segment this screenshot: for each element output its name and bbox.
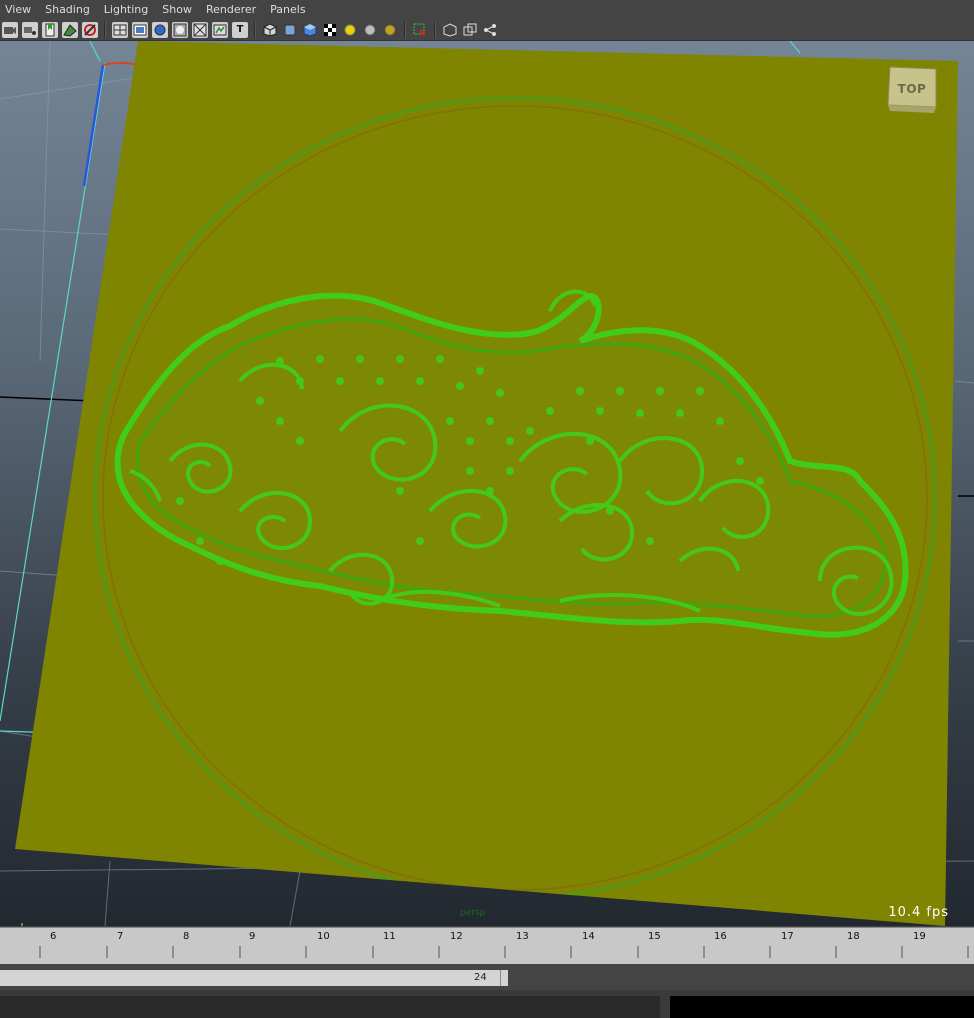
time-slider[interactable]: 6 7 8 9 10 11 12 13 14 15 16 17 18 19 (0, 927, 974, 965)
select-icon[interactable] (412, 22, 428, 38)
grey-sphere-icon[interactable] (362, 22, 378, 38)
time-tick-label: 11 (383, 931, 396, 942)
shadows-icon[interactable] (192, 21, 208, 38)
isolate-icon[interactable] (212, 21, 228, 38)
yellow-sphere-icon[interactable] (342, 22, 358, 38)
time-tick-label: 15 (648, 931, 661, 942)
view-cube[interactable]: TOP (886, 65, 938, 115)
fps-counter: 10.4 fps (888, 905, 949, 920)
grid-axis-corner (89, 41, 101, 62)
box-icon[interactable] (442, 22, 458, 38)
camera-icon[interactable] (2, 21, 18, 38)
time-tick-label: 12 (450, 931, 463, 942)
view-cube-label: TOP (897, 82, 927, 96)
manipulator-blue-handle[interactable] (82, 64, 105, 187)
smooth-shade-icon[interactable] (132, 21, 148, 38)
viewport-scene (0, 41, 974, 926)
time-tick-label: 14 (582, 931, 595, 942)
time-tick-label: 9 (249, 931, 256, 942)
camera-attributes-icon[interactable] (22, 21, 38, 38)
time-tick-label: 10 (317, 931, 330, 942)
text-icon[interactable]: T (232, 21, 248, 38)
toolbar-separator (434, 21, 436, 38)
menu-panels[interactable]: Panels (263, 0, 312, 19)
command-line-result (670, 996, 974, 1018)
cube-icon[interactable] (262, 22, 278, 38)
manipulator-red-handle[interactable] (102, 62, 139, 66)
checker-icon[interactable] (322, 22, 338, 38)
command-line-area (0, 990, 974, 1018)
time-tick-label: 6 (50, 931, 57, 942)
time-slider-ticks (39, 946, 969, 958)
grid-toggle-icon[interactable] (82, 21, 98, 38)
grid-axis-top (789, 41, 801, 54)
image-plane-icon[interactable] (62, 21, 78, 38)
command-line-input[interactable] (0, 996, 660, 1018)
range-end-value: 24 (474, 972, 487, 983)
time-tick-label: 17 (781, 931, 794, 942)
axis-gizmo (21, 923, 23, 926)
time-tick-label: 19 (913, 931, 926, 942)
bookmark-icon[interactable] (42, 21, 58, 38)
blue-cube-icon[interactable] (302, 22, 318, 38)
time-tick-label: 18 (847, 931, 860, 942)
viewport-menu-bar: View Shading Lighting Show Renderer Pane… (0, 0, 974, 19)
menu-view[interactable]: View (0, 0, 38, 19)
toolbar-separator (104, 21, 106, 38)
toolbar-separator (404, 21, 406, 38)
gold-sphere-icon[interactable] (382, 22, 398, 38)
time-tick-label: 16 (714, 931, 727, 942)
viewport-toolbar: T (0, 19, 974, 41)
wireframe-icon[interactable] (112, 21, 128, 38)
textured-icon[interactable] (152, 21, 168, 38)
time-tick-label: 8 (183, 931, 190, 942)
shaded-cube-icon[interactable] (282, 22, 298, 38)
range-slider[interactable]: 24 (0, 970, 500, 986)
time-tick-label: 13 (516, 931, 529, 942)
menu-shading[interactable]: Shading (38, 0, 97, 19)
range-slider-bar: 24 (0, 964, 974, 990)
two-boxes-icon[interactable] (462, 22, 478, 38)
share-icon[interactable] (482, 22, 498, 38)
time-tick-label: 7 (117, 931, 124, 942)
menu-lighting[interactable]: Lighting (97, 0, 155, 19)
range-slider-handle[interactable] (500, 970, 508, 986)
3d-viewport[interactable]: TOP persp 10.4 fps (0, 41, 974, 926)
menu-renderer[interactable]: Renderer (199, 0, 263, 19)
camera-name-label: persp (460, 908, 486, 918)
menu-show[interactable]: Show (155, 0, 199, 19)
toolbar-separator (254, 21, 256, 38)
xray-icon[interactable] (172, 21, 188, 38)
